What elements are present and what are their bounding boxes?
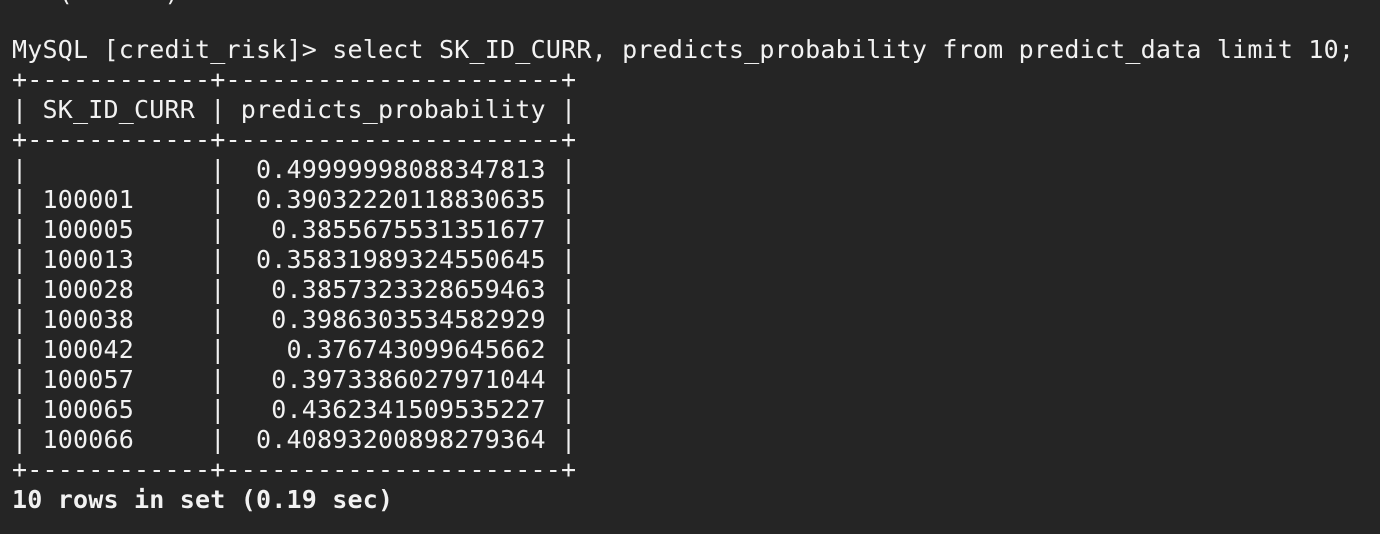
- table-row: | 100001 | 0.39032220118830635 |: [12, 185, 577, 214]
- table-row: | 100057 | 0.3973386027971044 |: [12, 365, 577, 394]
- table-row: | 100066 | 0.40893200898279364 |: [12, 425, 577, 454]
- table-row: | 100005 | 0.3855675531351677 |: [12, 215, 577, 244]
- table-row: | 100042 | 0.37674309964566​2 |: [12, 335, 577, 364]
- table-row: | 100038 | 0.3986303534582929 |: [12, 305, 577, 334]
- scrolled-off-line: ( ): [12, 0, 180, 8]
- query-status: 10 rows in set (0.19 sec): [12, 485, 394, 514]
- terminal-output: MySQL [credit_risk]> select SK_ID_CURR, …: [12, 35, 1354, 515]
- table-row: | | 0.49999998088347813 |: [12, 155, 577, 184]
- terminal-window[interactable]: ( ) MySQL [credit_risk]> select SK_ID_CU…: [0, 0, 1380, 534]
- table-row: | 100065 | 0.4362341509535227 |: [12, 395, 577, 424]
- table-border-top: +------------+----------------------+: [12, 65, 577, 94]
- mysql-prompt: MySQL [credit_risk]>: [12, 35, 318, 64]
- table-row: | 100013 | 0.35831989324550645 |: [12, 245, 577, 274]
- table-row: | 100028 | 0.3857323328659463 |: [12, 275, 577, 304]
- table-border-header: +------------+----------------------+: [12, 125, 577, 154]
- sql-command: select SK_ID_CURR, predicts_probability …: [332, 35, 1355, 64]
- command-line: MySQL [credit_risk]> select SK_ID_CURR, …: [12, 35, 1354, 65]
- table-border-bottom: +------------+----------------------+: [12, 455, 577, 484]
- table-header-row: | SK_ID_CURR | predicts_probability |: [12, 95, 577, 124]
